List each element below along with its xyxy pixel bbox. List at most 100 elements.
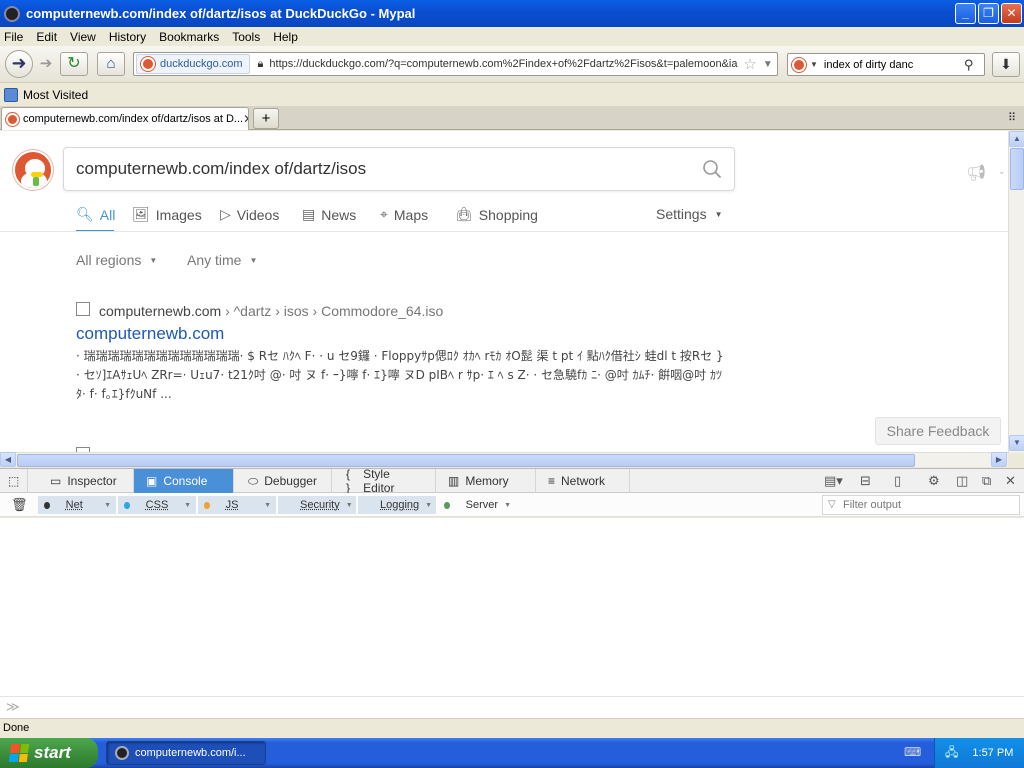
menu-help[interactable]: Help bbox=[273, 30, 298, 44]
scroll-left-icon[interactable]: ◀ bbox=[0, 452, 16, 467]
gear-icon[interactable]: ⚙ bbox=[928, 473, 940, 489]
scroll-down-icon[interactable]: ▼ bbox=[1009, 435, 1024, 451]
tab-maps[interactable]: ⌖ Maps bbox=[380, 206, 428, 223]
tab-all[interactable]: 🔍︎ All bbox=[76, 206, 115, 223]
menu-edit[interactable]: Edit bbox=[36, 30, 57, 44]
region-filter[interactable]: All regions ▼ bbox=[76, 252, 157, 268]
split-console-icon[interactable]: ▤▾ bbox=[824, 473, 843, 489]
filter-css-button[interactable]: CSS ▼ bbox=[118, 496, 196, 514]
ddg-search-input[interactable]: computernewb.com/index of/dartz/isos bbox=[63, 147, 735, 191]
result-url[interactable]: computernewb.com › ^dartz › isos › Commo… bbox=[99, 303, 443, 319]
responsive-design-icon[interactable]: ▯ bbox=[894, 473, 901, 489]
megaphone-icon[interactable]: 📢︎ bbox=[966, 163, 986, 183]
ddg-search-query: computernewb.com/index of/dartz/isos bbox=[76, 159, 367, 178]
menu-view[interactable]: View bbox=[70, 30, 96, 44]
network-tray-icon[interactable]: 🖧︎ bbox=[945, 743, 958, 764]
filter-js-button[interactable]: JS ▼ bbox=[198, 496, 276, 514]
scroll-right-icon[interactable]: ▶ bbox=[991, 452, 1007, 467]
plus-icon: + bbox=[261, 110, 271, 127]
vertical-scroll-thumb[interactable] bbox=[1010, 148, 1024, 190]
separate-window-icon[interactable]: ⧉ bbox=[982, 473, 991, 489]
filter-security-button[interactable]: Security ▼ bbox=[278, 496, 356, 514]
horizontal-scroll-thumb[interactable] bbox=[17, 454, 915, 467]
site-identity-button[interactable]: duckduckgo.com bbox=[136, 54, 250, 74]
clear-console-trash-icon[interactable]: 🗑︎ bbox=[11, 497, 28, 513]
devtools-tab-debugger[interactable]: ⬭ Debugger bbox=[236, 469, 332, 493]
home-icon: ⌂ bbox=[106, 55, 116, 72]
devtools-tab-network[interactable]: ≡ Network bbox=[536, 469, 630, 493]
menu-history[interactable]: History bbox=[109, 30, 146, 44]
tab-news[interactable]: ▤ News bbox=[302, 206, 356, 223]
tab-active[interactable]: computernewb.com/index of/dartz/isos at … bbox=[1, 107, 249, 130]
menu-chevron-down-icon[interactable]: ⌄ bbox=[998, 166, 1006, 177]
filter-net-label: Net bbox=[65, 499, 83, 511]
taskbar-window-button[interactable]: computernewb.com/i... bbox=[106, 741, 266, 765]
most-visited-bookmark[interactable]: Most Visited bbox=[23, 88, 88, 102]
most-visited-icon bbox=[4, 88, 18, 102]
start-button[interactable]: start bbox=[0, 738, 98, 768]
scroll-up-icon[interactable]: ▲ bbox=[1009, 131, 1024, 147]
url-bar[interactable]: duckduckgo.com 🔒︎ https://duckduckgo.com… bbox=[133, 52, 778, 76]
url-text[interactable]: https://duckduckgo.com/?q=computernewb.c… bbox=[269, 58, 739, 70]
tab-images[interactable]: 🖼︎ Images bbox=[132, 206, 202, 223]
search-engine-icon[interactable] bbox=[792, 57, 806, 72]
devtools-tab-inspector[interactable]: ▭ Inspector bbox=[38, 469, 134, 493]
vertical-scrollbar[interactable]: ▲ ▼ bbox=[1008, 131, 1024, 453]
element-picker-button[interactable]: ⬚ bbox=[0, 469, 29, 493]
dock-side-icon[interactable]: ◫ bbox=[956, 473, 968, 489]
maximize-button[interactable]: ❐ bbox=[978, 3, 999, 24]
result-favicon-icon bbox=[76, 302, 90, 316]
keyboard-icon[interactable]: ⌨ bbox=[904, 745, 921, 759]
forward-button[interactable]: ➔ bbox=[36, 54, 56, 74]
tab-videos[interactable]: ▷ Videos bbox=[220, 206, 279, 223]
menu-bookmarks[interactable]: Bookmarks bbox=[159, 30, 219, 44]
devtools-tab-console[interactable]: ▣ Console bbox=[134, 469, 234, 493]
close-button[interactable]: ✕ bbox=[1001, 3, 1022, 24]
scratchpad-icon[interactable]: ⊟ bbox=[860, 473, 871, 489]
status-bar: Done bbox=[0, 718, 1024, 738]
tab-maps-label: Maps bbox=[393, 206, 429, 223]
home-button[interactable]: ⌂ bbox=[97, 52, 125, 76]
duckduckgo-logo[interactable] bbox=[13, 150, 53, 190]
search-icon[interactable] bbox=[702, 159, 722, 179]
close-devtools-icon[interactable]: ✕ bbox=[1005, 473, 1016, 489]
downloads-button[interactable]: ⬇ bbox=[992, 52, 1020, 77]
menu-file[interactable]: File bbox=[4, 30, 23, 44]
tab-shopping[interactable]: 👜︎ Shopping bbox=[455, 206, 538, 223]
time-filter[interactable]: Any time ▼ bbox=[187, 252, 257, 268]
filter-output-input[interactable]: ▽ Filter output bbox=[822, 495, 1020, 515]
back-button[interactable]: ➜ bbox=[5, 50, 33, 78]
tab-all-label: All bbox=[99, 206, 116, 223]
reload-button[interactable]: ↻ bbox=[60, 52, 88, 76]
search-engine-dropdown-icon[interactable]: ▼ bbox=[810, 60, 818, 69]
tab-list-icon[interactable]: ⠿ bbox=[1008, 111, 1016, 124]
minimize-button[interactable]: _ bbox=[955, 3, 976, 24]
filter-logging-button[interactable]: Logging ▼ bbox=[358, 496, 436, 514]
chevron-down-icon: ▼ bbox=[264, 501, 271, 509]
search-bar-input[interactable]: index of dirty danc bbox=[824, 59, 964, 71]
search-glass-icon[interactable]: ⚲ bbox=[964, 57, 974, 73]
bookmark-star-icon[interactable]: ☆ bbox=[743, 55, 756, 73]
debugger-icon: ⬭ bbox=[248, 473, 259, 488]
settings-dropdown[interactable]: Settings ▼ bbox=[656, 206, 723, 222]
horizontal-scrollbar[interactable]: ◀ ▶ bbox=[0, 452, 1008, 467]
filter-server-button[interactable]: Server ▼ bbox=[438, 496, 516, 514]
tab-shopping-label: Shopping bbox=[478, 206, 538, 223]
result-title-link[interactable]: computernewb.com bbox=[76, 324, 224, 344]
devtools-tab-memory[interactable]: ▥ Memory bbox=[436, 469, 536, 493]
devtools-tab-style-editor[interactable]: { } Style Editor bbox=[334, 467, 436, 495]
url-dropdown-icon[interactable]: ▼ bbox=[763, 59, 773, 70]
clock[interactable]: 1:57 PM bbox=[972, 747, 1013, 759]
chevron-down-icon: ▼ bbox=[345, 501, 353, 509]
share-feedback-button[interactable]: Share Feedback bbox=[875, 417, 1001, 445]
tab-favicon-icon bbox=[6, 112, 19, 126]
console-input[interactable]: ≫ bbox=[0, 696, 1024, 718]
network-icon: ≡ bbox=[548, 474, 556, 488]
new-tab-button[interactable]: + bbox=[253, 108, 279, 129]
tab-close-icon[interactable]: ✕ bbox=[243, 112, 248, 126]
debugger-label: Debugger bbox=[264, 474, 317, 488]
filter-net-button[interactable]: Net ▼ bbox=[38, 496, 116, 514]
chevron-down-icon: ▼ bbox=[184, 501, 191, 509]
search-bar[interactable]: ▼ index of dirty danc ⚲ bbox=[787, 53, 985, 76]
menu-tools[interactable]: Tools bbox=[232, 30, 260, 44]
